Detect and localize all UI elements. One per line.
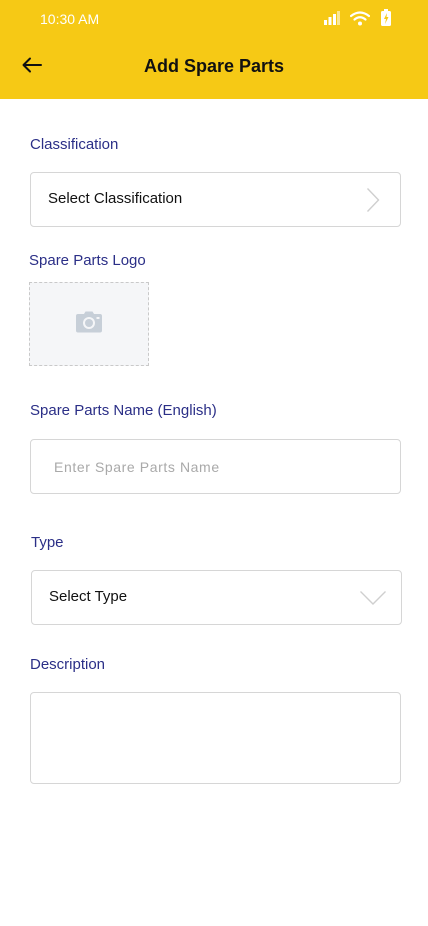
logo-upload[interactable] xyxy=(29,282,149,366)
name-input[interactable]: Enter Spare Parts Name xyxy=(30,439,401,494)
chevron-right-icon xyxy=(366,187,380,218)
type-value: Select Type xyxy=(49,588,128,605)
classification-select[interactable]: Select Classification xyxy=(30,172,401,227)
description-textarea[interactable] xyxy=(30,692,401,784)
status-time: 10:30 AM xyxy=(40,11,100,27)
app-header: 10:30 AM Add Spare Parts xyxy=(0,0,428,99)
status-icons xyxy=(324,8,392,28)
type-select[interactable]: Select Type xyxy=(31,570,402,625)
battery-charging-icon xyxy=(380,9,392,27)
camera-icon xyxy=(75,311,103,338)
chevron-down-icon xyxy=(359,590,387,611)
name-label: Spare Parts Name (English) xyxy=(30,402,217,419)
classification-value: Select Classification xyxy=(48,190,183,207)
signal-icon xyxy=(324,11,340,25)
name-placeholder: Enter Spare Parts Name xyxy=(54,459,220,475)
classification-label: Classification xyxy=(30,136,119,153)
description-label: Description xyxy=(30,656,106,673)
type-label: Type xyxy=(31,534,64,551)
page-title: Add Spare Parts xyxy=(143,56,285,76)
wifi-icon xyxy=(350,10,370,26)
bottom-cutoff-decoration xyxy=(115,918,185,926)
logo-label: Spare Parts Logo xyxy=(29,252,146,269)
